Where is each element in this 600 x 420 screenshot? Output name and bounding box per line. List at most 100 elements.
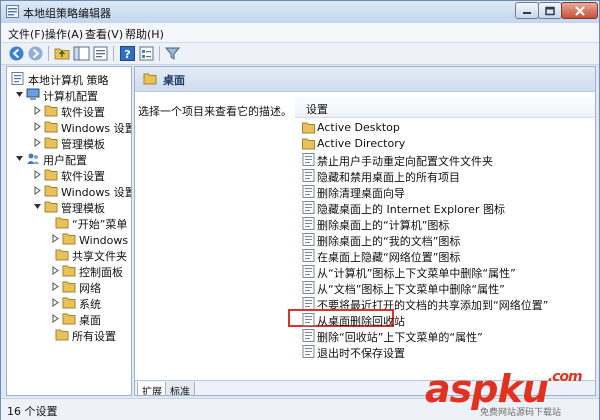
minimize-button[interactable]	[515, 2, 539, 19]
filter-icon[interactable]	[164, 45, 181, 62]
expanded-arrow-icon[interactable]	[15, 90, 24, 99]
list-item-policy[interactable]: 隐藏桌面上的 Internet Explorer 图标	[295, 200, 595, 216]
collapsed-arrow-icon[interactable]	[51, 266, 60, 275]
policy-editor-icon	[6, 5, 19, 18]
list-item-active-desktop[interactable]: Active Desktop	[295, 120, 595, 136]
folder-icon	[302, 138, 315, 150]
collapsed-arrow-icon[interactable]	[51, 234, 60, 243]
collapsed-arrow-icon[interactable]	[33, 170, 42, 179]
tree-item-label: 系统	[79, 298, 101, 311]
list-item-policy[interactable]: 从“计算机”图标上下文菜单中删除“属性”	[295, 264, 595, 280]
toolbar-separator	[159, 46, 160, 61]
export-list-icon[interactable]	[92, 45, 109, 62]
menu-file[interactable]: 文件(F)	[8, 26, 45, 42]
close-icon	[574, 5, 585, 16]
tree-item-label: 软件设置	[61, 170, 105, 183]
policy-setting-icon	[302, 281, 315, 294]
collapsed-arrow-icon[interactable]	[33, 106, 42, 115]
properties-icon[interactable]	[138, 45, 155, 62]
folder-icon	[44, 137, 58, 149]
up-folder-icon[interactable]	[54, 45, 71, 62]
collapsed-arrow-icon[interactable]	[33, 122, 42, 131]
tree-item-label: Windows 设置	[61, 122, 132, 135]
expanded-arrow-icon[interactable]	[33, 202, 42, 211]
list-item-policy[interactable]: 删除“回收站”上下文菜单的“属性”	[295, 328, 595, 344]
folder-icon	[62, 297, 76, 309]
menu-help[interactable]: 帮助(H)	[125, 26, 164, 42]
policy-setting-icon	[302, 265, 315, 278]
folder-icon	[55, 217, 69, 229]
tree-item-label: 管理模板	[61, 138, 105, 151]
list-item-label: 在桌面上隐藏“网络位置”图标	[317, 251, 461, 264]
policy-setting-icon	[302, 201, 315, 214]
list-item-policy[interactable]: 退出时不保存设置	[295, 344, 595, 360]
policy-setting-icon	[302, 313, 315, 326]
show-hide-tree-icon[interactable]	[73, 45, 90, 62]
help-icon[interactable]: ?	[119, 45, 136, 62]
settings-list[interactable]: 设置 Active Desktop Active Directory 禁止用户手…	[288, 97, 595, 369]
collapsed-arrow-icon[interactable]	[51, 282, 60, 291]
policy-setting-icon	[302, 249, 315, 262]
policy-setting-icon	[302, 185, 315, 198]
details-header-title: 桌面	[163, 74, 185, 87]
policy-setting-icon	[302, 233, 315, 246]
close-button[interactable]	[561, 2, 598, 19]
folder-icon	[62, 313, 76, 325]
tree-item-label: 本地计算机 策略	[28, 74, 109, 87]
list-item-label: 退出时不保存设置	[317, 347, 405, 360]
collapsed-arrow-icon[interactable]	[51, 314, 60, 323]
folder-icon	[44, 105, 58, 117]
list-item-policy[interactable]: 从“文档”图标上下文菜单中删除“属性”	[295, 280, 595, 296]
tree-pane[interactable]: 本地计算机 策略 计算机配置 软件设置 Windows 设置 管理模板 用户配置	[6, 66, 132, 396]
collapsed-arrow-icon[interactable]	[33, 138, 42, 147]
list-item-label: 删除“回收站”上下文菜单的“属性”	[317, 331, 483, 344]
folder-icon	[44, 121, 58, 133]
folder-icon	[62, 265, 76, 277]
folder-icon	[55, 329, 69, 341]
title-bar[interactable]: 本地组策略编辑器	[1, 1, 599, 23]
window-title: 本地组策略编辑器	[23, 7, 111, 20]
tree-item-label: 用户配置	[43, 154, 87, 167]
list-item-policy[interactable]: 删除桌面上的“计算机”图标	[295, 216, 595, 232]
toolbar-separator	[48, 46, 49, 61]
folder-icon	[302, 122, 315, 134]
maximize-button[interactable]	[538, 2, 562, 19]
folder-icon	[62, 281, 76, 293]
collapsed-arrow-icon[interactable]	[33, 186, 42, 195]
folder-icon	[44, 169, 58, 181]
list-item-policy[interactable]: 删除桌面上的“我的文档”图标	[295, 232, 595, 248]
list-item-active-directory[interactable]: Active Directory	[295, 136, 595, 152]
tab-label: 标准	[170, 387, 190, 396]
forward-arrow-icon[interactable]	[27, 45, 44, 62]
maximize-icon	[545, 6, 555, 15]
list-item-label: 删除清理桌面向导	[317, 187, 405, 200]
list-item-policy[interactable]: 隐藏和禁用桌面上的所有项目	[295, 168, 595, 184]
list-item-label: 从桌面删除回收站	[317, 315, 405, 328]
collapsed-arrow-icon[interactable]	[51, 298, 60, 307]
list-item-label: 隐藏桌面上的 Internet Explorer 图标	[317, 203, 505, 216]
tab-standard[interactable]: 标准	[165, 382, 195, 396]
menu-action[interactable]: 操作(A)	[45, 26, 83, 42]
list-item-label: Active Desktop	[317, 121, 400, 134]
policy-setting-icon	[302, 217, 315, 230]
list-item-label: 从“文档”图标上下文菜单中删除“属性”	[317, 283, 505, 296]
toolbar: ?	[1, 43, 599, 65]
tree-item-label: “开始”菜单	[72, 218, 128, 231]
policy-setting-icon	[302, 329, 315, 342]
tree-item-label: 所有设置	[72, 330, 116, 343]
settings-column-header[interactable]: 设置	[295, 97, 595, 118]
watermark-logo: aspku.com	[425, 370, 583, 408]
menu-view[interactable]: 查看(V)	[85, 26, 123, 42]
expanded-arrow-icon[interactable]	[15, 154, 24, 163]
back-arrow-icon[interactable]	[8, 45, 25, 62]
computer-icon	[26, 88, 40, 100]
group-policy-editor-window: 本地组策略编辑器 文件(F) 操作(A) 查看(V) 帮助(H) ? 本地计算机…	[0, 0, 600, 420]
list-item-policy[interactable]: 禁止用户手动重定向配置文件文件夹	[295, 152, 595, 168]
tab-extended[interactable]: 扩展	[137, 382, 167, 395]
tree-item-label: 软件设置	[61, 106, 105, 119]
list-item-policy[interactable]: 删除清理桌面向导	[295, 184, 595, 200]
list-item-remove-recycle-bin[interactable]: 从桌面删除回收站	[288, 309, 595, 328]
tree-item-label: 桌面	[79, 314, 101, 327]
list-item-label: Active Directory	[317, 137, 406, 150]
list-item-policy[interactable]: 在桌面上隐藏“网络位置”图标	[295, 248, 595, 264]
